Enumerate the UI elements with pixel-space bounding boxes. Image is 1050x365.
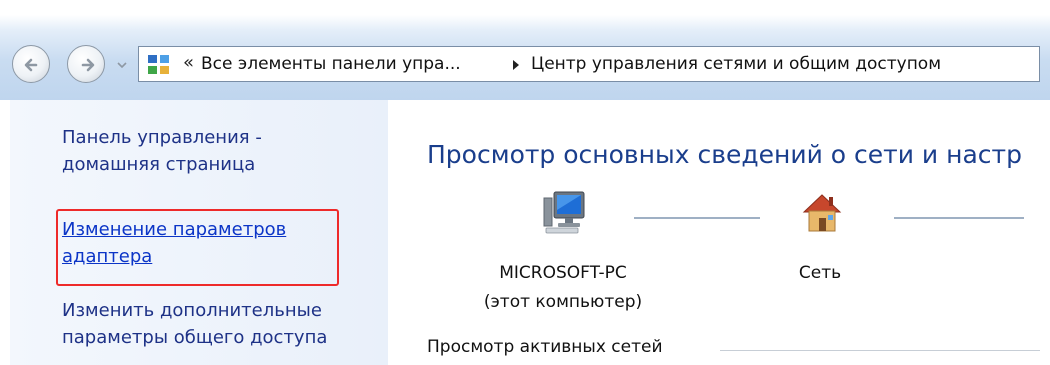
computer-sub-label: (этот компьютер) <box>483 292 643 312</box>
control-panel-icon <box>148 55 169 75</box>
highlight-box <box>56 209 339 286</box>
page-title: Просмотр основных сведений о сети и наст… <box>427 140 1022 169</box>
breadcrumb-item-network-center[interactable]: Центр управления сетями и общим доступом <box>531 54 941 74</box>
connection-line <box>894 217 1024 219</box>
computer-icon[interactable] <box>540 190 586 234</box>
breadcrumb-arrow-icon[interactable] <box>511 59 521 71</box>
house-icon[interactable] <box>800 190 844 234</box>
navigation-bar: « Все элементы панели упра... Центр упра… <box>0 0 1050 100</box>
connection-line <box>634 217 760 219</box>
forward-button[interactable] <box>67 45 105 83</box>
address-bar[interactable]: « Все элементы панели упра... Центр упра… <box>138 46 1040 82</box>
sidebar-link-control-panel-home[interactable]: Панель управления - домашняя страница <box>62 124 262 178</box>
breadcrumb-item-all-control-panel[interactable]: Все элементы панели упра... <box>201 54 461 74</box>
sidebar-link-line: Панель управления - <box>62 127 262 148</box>
computer-name-label: MICROSOFT-PC <box>499 263 627 283</box>
sidebar-link-line: параметры общего доступа <box>62 327 328 348</box>
breadcrumb-overflow[interactable]: « <box>183 52 194 73</box>
sidebar-link-line: домашняя страница <box>62 154 256 175</box>
back-button[interactable] <box>12 45 50 83</box>
sidebar: Панель управления - домашняя страница Из… <box>10 100 388 365</box>
network-name-label: Сеть <box>798 263 842 283</box>
section-divider <box>720 350 1040 351</box>
active-networks-heading: Просмотр активных сетей <box>427 337 663 357</box>
forward-icon <box>81 58 95 72</box>
recent-pages-icon[interactable] <box>115 58 129 72</box>
sidebar-link-advanced-sharing[interactable]: Изменить дополнительные параметры общего… <box>62 297 327 351</box>
sidebar-link-line: Изменить дополнительные <box>62 300 322 321</box>
back-icon <box>24 58 38 72</box>
